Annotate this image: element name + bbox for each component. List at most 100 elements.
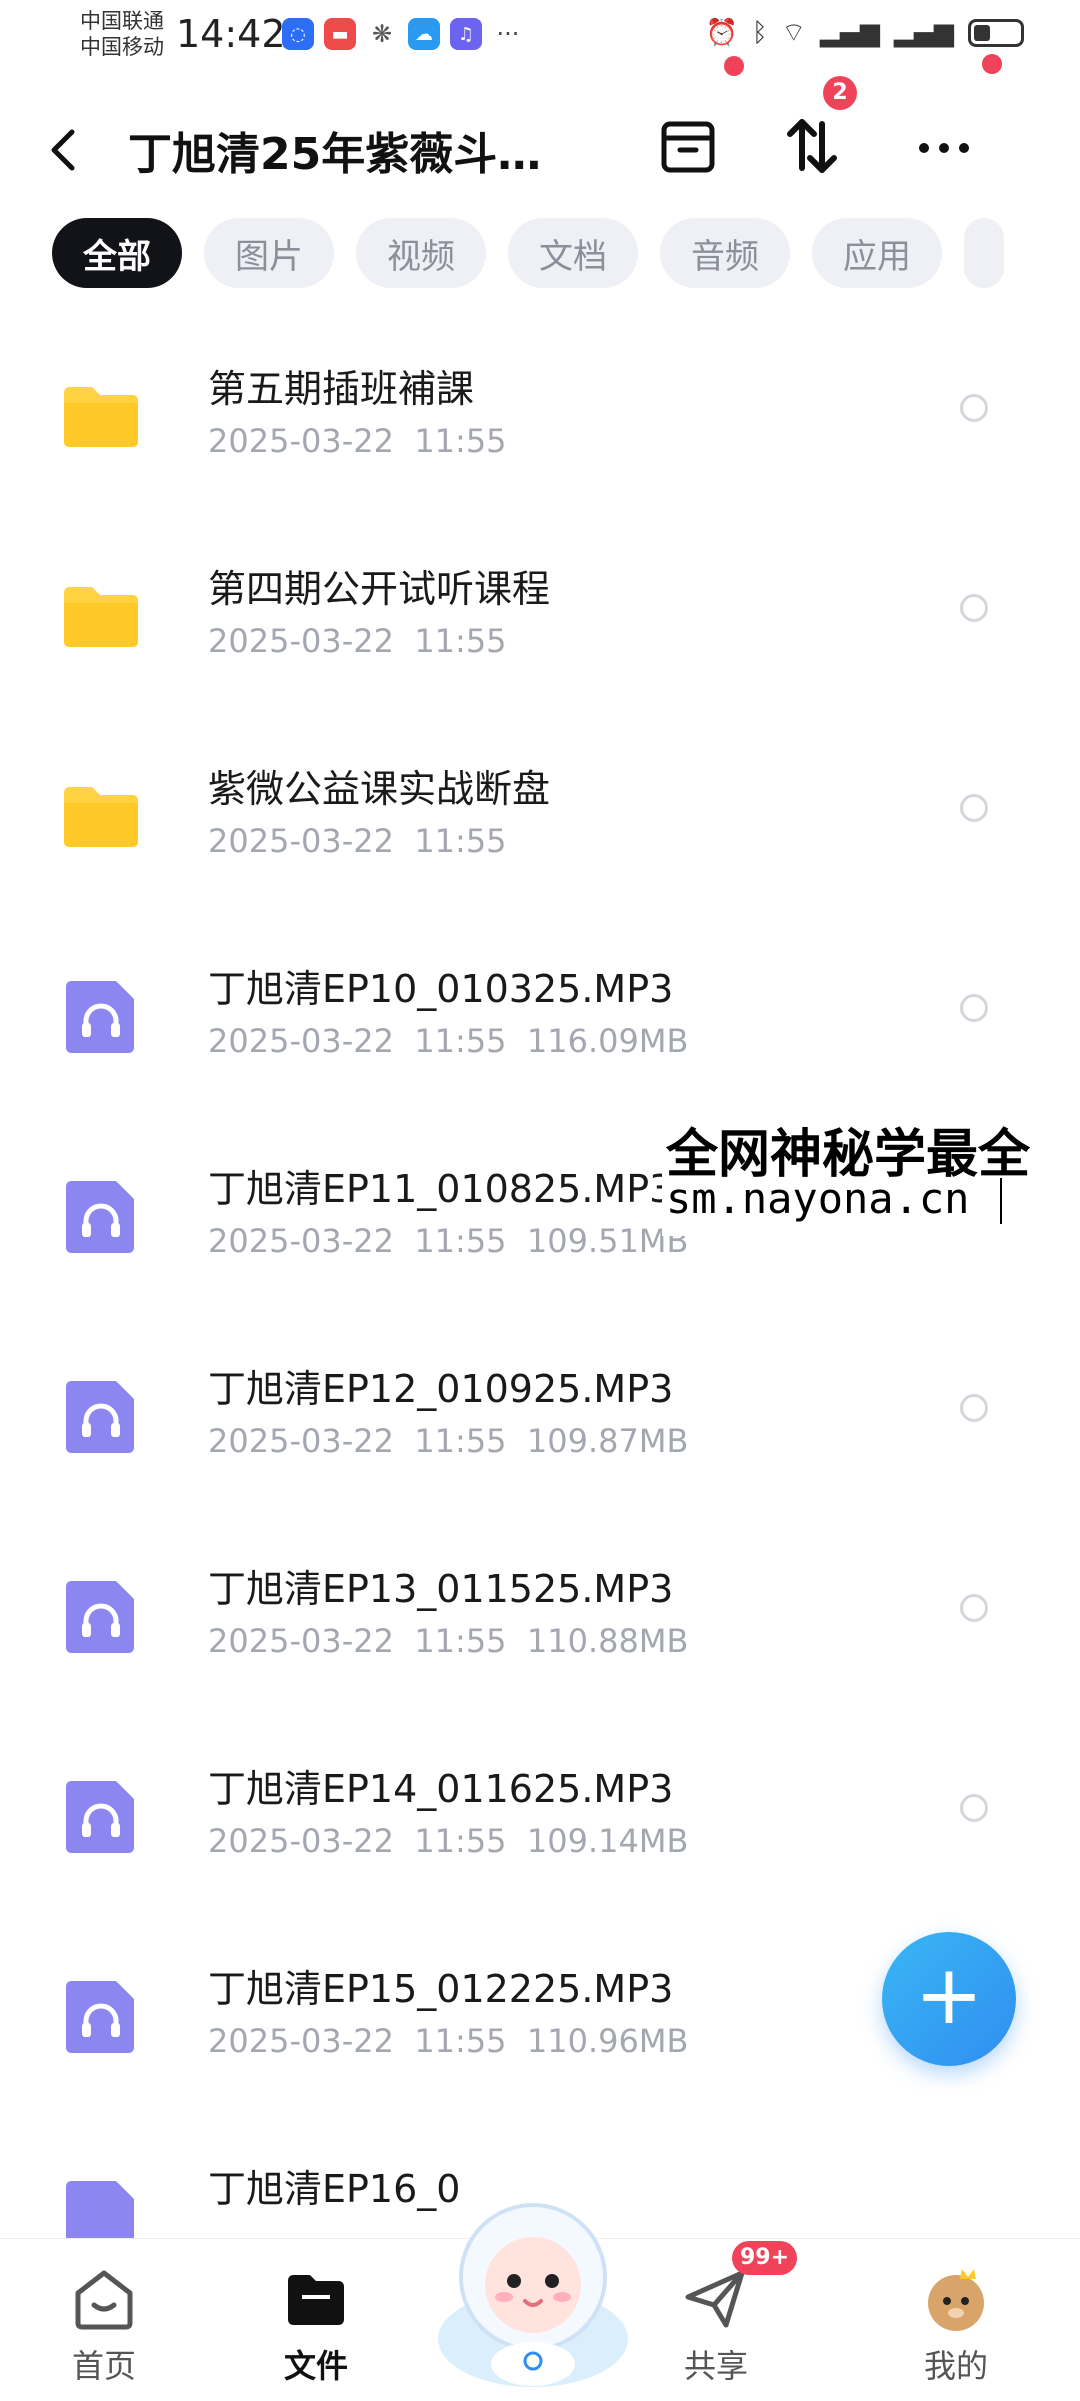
status-bar: 中国联通 中国移动 14:42 ◌ ▬ ❋ ☁ ♫ ··· ⏰ ᛒ ⌔ ▂▄▆ … — [0, 0, 1080, 70]
tab-all[interactable]: 全部 — [52, 218, 182, 288]
archive-icon — [661, 121, 715, 173]
file-name: 丁旭清EP10_010325.MP3 — [208, 967, 674, 1011]
archive-button[interactable] — [656, 114, 720, 178]
file-meta: 2025-03-22 11:55 — [208, 422, 507, 460]
transfer-badge: 2 — [823, 76, 857, 110]
file-name: 丁旭清EP14_011625.MP3 — [208, 1767, 674, 1811]
select-radio[interactable] — [960, 1394, 988, 1422]
nav-home-label: 首页 — [71, 2347, 136, 2385]
bottom-nav: 首页 文件 99+ 共享 我的 — [0, 2203, 1080, 2401]
audio-file-icon — [66, 1381, 134, 1453]
transfer-arrows-icon — [787, 119, 837, 173]
list-item[interactable]: 丁旭清EP10_010325.MP3 2025-03-22 11:55 116.… — [0, 940, 1080, 1140]
file-name: 丁旭清EP11_010825.MP3 — [208, 1167, 674, 1211]
nav-share[interactable]: 99+ 共享 — [646, 2241, 798, 2387]
more-options-button[interactable] — [912, 114, 976, 178]
file-name: 丁旭清EP13_011525.MP3 — [208, 1567, 674, 1611]
watermark-overlay: 全网神秘学最全 sm.nayona.cn — [662, 1112, 1080, 1236]
file-name: 丁旭清EP16_0 — [208, 2167, 461, 2211]
alarm-icon: ⏰ — [705, 17, 738, 48]
battery-icon — [968, 18, 1024, 47]
list-item[interactable]: 丁旭清EP13_011525.MP3 2025-03-22 11:55 110.… — [0, 1540, 1080, 1740]
tab-overflow[interactable] — [964, 218, 1004, 288]
page-title: 丁旭清25年紫薇斗… — [128, 129, 542, 180]
file-name: 第四期公开试听课程 — [208, 567, 551, 611]
signal-2-icon: ▂▄▆ — [894, 17, 954, 48]
share-badge: 99+ — [732, 2241, 798, 2275]
audio-file-icon — [66, 1181, 134, 1253]
file-name: 第五期插班補課 — [208, 367, 475, 411]
file-meta: 2025-03-22 11:55 110.96MB — [208, 2022, 689, 2060]
tab-images[interactable]: 图片 — [204, 218, 334, 288]
tab-documents[interactable]: 文档 — [508, 218, 638, 288]
list-item[interactable]: 丁旭清EP14_011625.MP3 2025-03-22 11:55 109.… — [0, 1740, 1080, 1940]
transfer-button[interactable] — [780, 114, 844, 178]
carrier-1: 中国联通 — [80, 9, 164, 33]
folder-icon — [64, 587, 138, 647]
nav-mine-label: 我的 — [923, 2347, 988, 2385]
select-radio[interactable] — [960, 1794, 988, 1822]
share-icon: 99+ — [680, 2241, 798, 2335]
list-item[interactable]: 第四期公开试听课程 2025-03-22 11:55 — [0, 540, 1080, 740]
tab-audio[interactable]: 音频 — [660, 218, 790, 288]
tab-videos[interactable]: 视频 — [356, 218, 486, 288]
file-name: 丁旭清EP15_012225.MP3 — [208, 1967, 674, 2011]
file-name: 丁旭清EP12_010925.MP3 — [208, 1367, 674, 1411]
more-notifications-icon: ··· — [496, 20, 520, 48]
system-icons: ⏰ ᛒ ⌔ ▂▄▆ ▂▄▆ — [706, 16, 1024, 49]
file-meta: 2025-03-22 11:55 109.14MB — [208, 1822, 689, 1860]
carrier-2: 中国移动 — [80, 35, 164, 59]
select-radio[interactable] — [960, 994, 988, 1022]
audio-file-icon — [66, 1981, 134, 2053]
folder-icon — [64, 787, 138, 847]
mascot-button[interactable] — [428, 2189, 638, 2389]
wifi-icon: ⌔ — [781, 18, 806, 48]
carrier-info: 中国联通 中国移动 — [80, 8, 164, 60]
music-app-icon: ♫ — [450, 18, 482, 50]
watermark-line-2: sm.nayona.cn — [666, 1174, 970, 1223]
select-radio[interactable] — [960, 394, 988, 422]
list-item[interactable]: 第五期插班補課 2025-03-22 11:55 — [0, 340, 1080, 540]
add-button[interactable]: + — [882, 1932, 1016, 2066]
clock: 14:42 — [176, 12, 286, 56]
store-notification-icon: ▬ — [324, 18, 356, 50]
file-meta: 2025-03-22 11:55 — [208, 822, 507, 860]
tab-apps[interactable]: 应用 — [812, 218, 942, 288]
mascot-astronaut-icon — [438, 2203, 628, 2387]
more-red-dot — [982, 54, 1002, 74]
folder-icon — [64, 387, 138, 447]
audio-file-icon — [66, 981, 134, 1053]
file-meta: 2025-03-22 11:55 116.09MB — [208, 1022, 689, 1060]
audio-file-icon — [66, 1581, 134, 1653]
home-icon — [68, 2263, 140, 2335]
file-meta: 2025-03-22 11:55 — [208, 622, 507, 660]
nav-files-label: 文件 — [283, 2347, 348, 2385]
file-name: 紫微公益课实战断盘 — [208, 767, 551, 811]
archive-red-dot — [724, 56, 744, 76]
avatar — [920, 2263, 992, 2335]
select-radio[interactable] — [960, 1594, 988, 1622]
file-meta: 2025-03-22 11:55 109.51MB — [208, 1222, 689, 1260]
signal-icon: ▂▄▆ — [820, 17, 880, 48]
filter-tabs: 全部 图片 视频 文档 音频 应用 — [52, 218, 1004, 288]
files-icon — [280, 2263, 352, 2335]
wechat-icon: ❋ — [366, 18, 398, 50]
select-radio[interactable] — [960, 594, 988, 622]
app-notification-icon: ◌ — [282, 18, 314, 50]
audio-file-icon — [66, 1781, 134, 1853]
nav-files[interactable]: 文件 — [246, 2263, 386, 2387]
cloud-app-icon: ☁ — [408, 18, 440, 50]
nav-share-label: 共享 — [683, 2347, 748, 2385]
text-caret — [1000, 1178, 1002, 1224]
file-meta: 2025-03-22 11:55 109.87MB — [208, 1422, 689, 1460]
file-meta: 2025-03-22 11:55 110.88MB — [208, 1622, 689, 1660]
header: 丁旭清25年紫薇斗… 2 — [0, 54, 1080, 210]
list-item[interactable]: 紫微公益课实战断盘 2025-03-22 11:55 — [0, 740, 1080, 940]
back-button[interactable] — [44, 120, 84, 180]
chevron-left-icon — [51, 129, 75, 171]
nav-mine[interactable]: 我的 — [886, 2263, 1026, 2387]
more-dots-icon — [919, 143, 969, 153]
select-radio[interactable] — [960, 794, 988, 822]
nav-home[interactable]: 首页 — [34, 2263, 174, 2387]
list-item[interactable]: 丁旭清EP12_010925.MP3 2025-03-22 11:55 109.… — [0, 1340, 1080, 1540]
